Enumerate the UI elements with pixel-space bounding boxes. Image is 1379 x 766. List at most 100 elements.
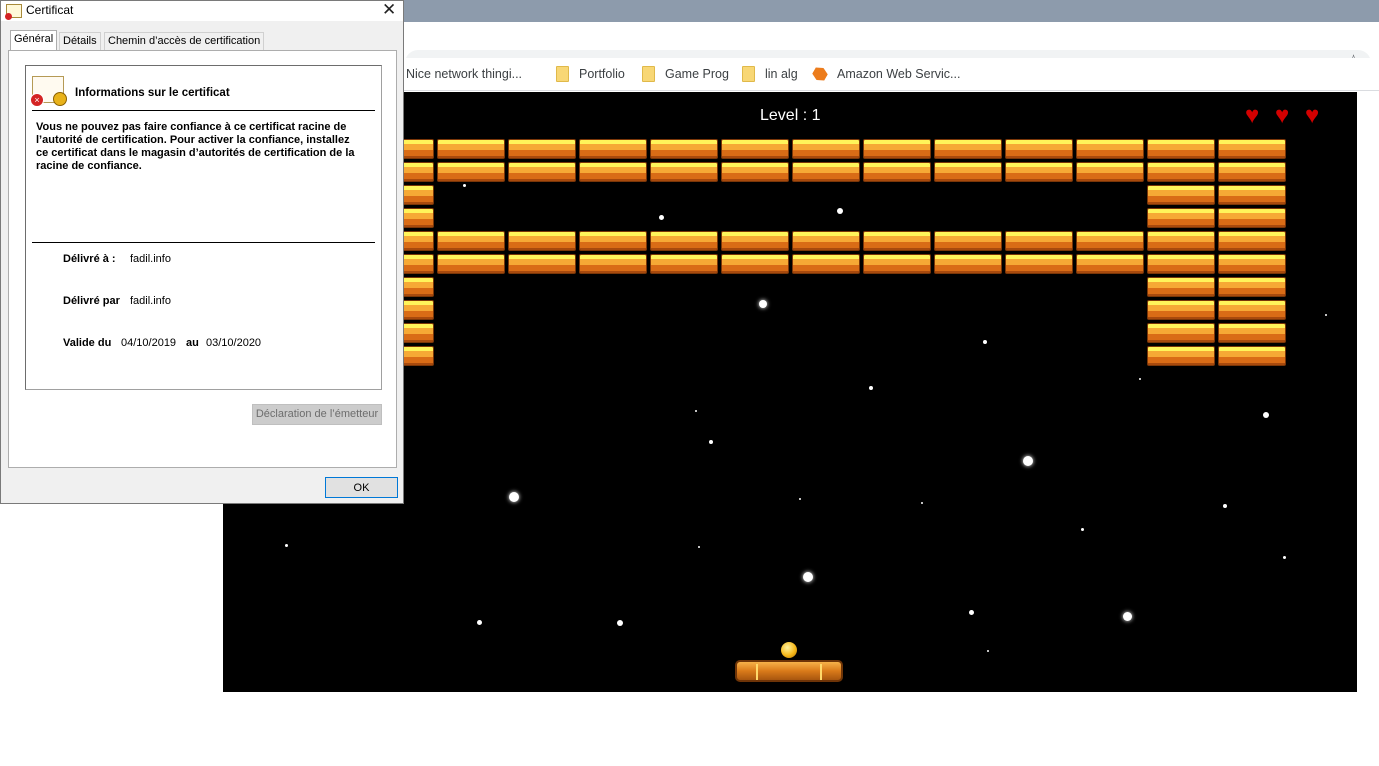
brick: [1147, 323, 1215, 343]
brick: [792, 139, 860, 159]
brick: [1147, 162, 1215, 182]
brick: [1218, 254, 1286, 274]
brick: [650, 139, 718, 159]
certificate-dialog: Certificat ✕ Général Détails Chemin d’ac…: [0, 0, 404, 504]
paddle[interactable]: [735, 660, 843, 682]
brick: [863, 231, 931, 251]
brick: [1076, 231, 1144, 251]
info-title: Informations sur le certificat: [75, 87, 230, 99]
trust-warning-text: Vous ne pouvez pas faire confiance à ce …: [36, 121, 355, 172]
bookmark-game-prog[interactable]: Game Prog: [642, 64, 729, 84]
brick: [934, 231, 1002, 251]
star: [803, 572, 813, 582]
brick: [508, 139, 576, 159]
star: [1325, 314, 1327, 316]
star: [509, 492, 519, 502]
brick: [721, 254, 789, 274]
star: [695, 410, 697, 412]
issued-by-label: Délivré par: [63, 295, 120, 307]
brick: [579, 162, 647, 182]
brick: [1076, 139, 1144, 159]
star: [1223, 504, 1227, 508]
brick: [437, 139, 505, 159]
star: [1283, 556, 1286, 559]
star: [759, 300, 767, 308]
brick: [721, 162, 789, 182]
bookmark-portfolio[interactable]: Portfolio: [556, 64, 625, 84]
star: [1123, 612, 1132, 621]
bookmark-aws[interactable]: Amazon Web Servic...: [813, 64, 960, 84]
star: [983, 340, 987, 344]
brick: [650, 254, 718, 274]
bookmark-text: lin alg: [765, 67, 798, 81]
brick: [934, 162, 1002, 182]
bookmark-nice-network[interactable]: Nice network thingi...: [406, 64, 522, 84]
tab-certification-path[interactable]: Chemin d’accès de certification: [104, 32, 265, 50]
brick: [1005, 231, 1073, 251]
brick: [1076, 254, 1144, 274]
brick: [1218, 139, 1286, 159]
folder-icon: [556, 66, 569, 82]
star: [799, 498, 801, 500]
brick: [1218, 162, 1286, 182]
brick: [579, 254, 647, 274]
brick: [792, 162, 860, 182]
brick: [1218, 323, 1286, 343]
heart-icon: ♥: [1305, 102, 1320, 129]
brick: [650, 162, 718, 182]
tab-general[interactable]: Général: [10, 30, 58, 51]
brick: [792, 231, 860, 251]
brick: [437, 231, 505, 251]
divider: [32, 242, 375, 243]
star: [969, 610, 974, 615]
brick: [508, 162, 576, 182]
star: [1081, 528, 1084, 531]
star: [837, 208, 843, 214]
brick: [792, 254, 860, 274]
brick: [1147, 231, 1215, 251]
brick: [1218, 300, 1286, 320]
certificate-icon: [5, 4, 22, 20]
star: [285, 544, 288, 547]
brick: [934, 139, 1002, 159]
bookmark-text: Game Prog: [665, 67, 729, 81]
brick: [721, 231, 789, 251]
brick: [863, 139, 931, 159]
brick: [1005, 139, 1073, 159]
brick: [1147, 185, 1215, 205]
certificate-info-box: × Informations sur le certificat Vous ne…: [25, 65, 382, 390]
issuer-statement-button[interactable]: Déclaration de l’émetteur: [252, 404, 382, 425]
star: [463, 184, 466, 187]
brick: [1076, 162, 1144, 182]
brick: [508, 231, 576, 251]
valid-from-value: 04/10/2019: [121, 337, 177, 349]
star: [869, 386, 873, 390]
brick: [721, 139, 789, 159]
brick: [863, 162, 931, 182]
bookmark-lin-alg[interactable]: lin alg: [742, 64, 798, 84]
star: [1263, 412, 1269, 418]
folder-icon: [642, 66, 655, 82]
dialog-titlebar[interactable]: Certificat ✕: [1, 0, 403, 21]
tab-details[interactable]: Détails: [59, 32, 101, 50]
brick: [1218, 185, 1286, 205]
star: [1139, 378, 1141, 380]
certificate-error-icon: ×: [30, 76, 67, 107]
close-icon[interactable]: ✕: [382, 0, 396, 20]
brick: [1218, 231, 1286, 251]
star: [987, 650, 989, 652]
bookmark-text: Portfolio: [579, 67, 625, 81]
brick: [579, 231, 647, 251]
star: [659, 215, 664, 220]
issued-by-value: fadil.info: [130, 295, 171, 307]
valid-from-label: Valide du: [63, 337, 112, 349]
brick: [934, 254, 1002, 274]
heart-icon: ♥: [1245, 102, 1260, 129]
star: [698, 546, 700, 548]
ok-button[interactable]: OK: [325, 477, 398, 498]
bookmark-text: Amazon Web Servic...: [837, 67, 961, 81]
dialog-title: Certificat: [26, 3, 74, 17]
divider: [32, 110, 375, 111]
brick: [1147, 208, 1215, 228]
brick: [1005, 162, 1073, 182]
